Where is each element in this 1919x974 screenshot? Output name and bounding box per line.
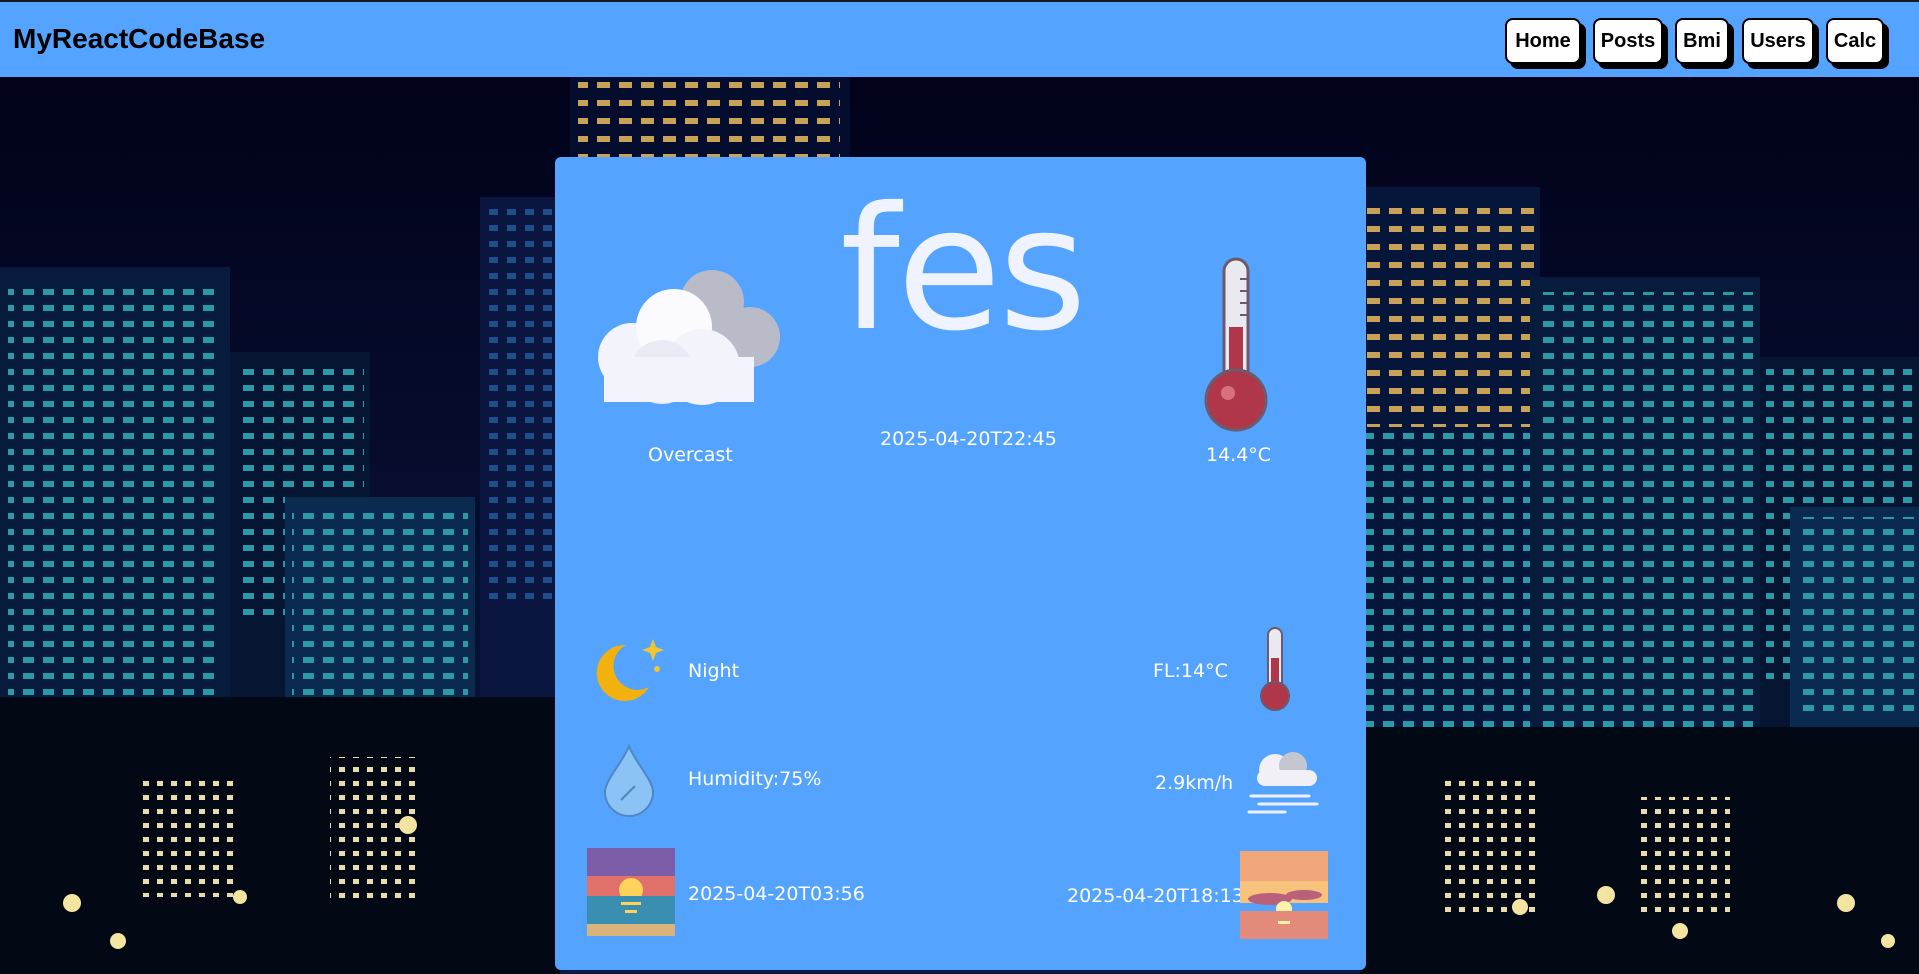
nav-posts-button[interactable]: Posts bbox=[1593, 18, 1663, 64]
wind-speed-label: 2.9km/h bbox=[1155, 772, 1234, 794]
nav-calc-button[interactable]: Calc bbox=[1826, 18, 1884, 64]
weather-card: Overcast fes 2025-04-20T22:45 14.4°C Nig… bbox=[555, 157, 1366, 970]
local-time: 2025-04-20T22:45 bbox=[880, 428, 1057, 450]
top-navbar: MyReactCodeBase Home Posts Bmi Users Cal… bbox=[0, 0, 1919, 77]
temperature-label: 14.4°C bbox=[1206, 444, 1272, 466]
wind-cloud-icon bbox=[1247, 752, 1319, 814]
sunrise-time: 2025-04-20T03:56 bbox=[688, 883, 865, 905]
humidity-label: Humidity:75% bbox=[688, 768, 822, 790]
sunrise-image bbox=[587, 848, 675, 936]
feels-like-label: FL:14°C bbox=[1153, 660, 1228, 682]
thermometer-icon bbox=[1204, 257, 1268, 432]
water-drop-icon bbox=[603, 743, 655, 817]
sunset-time: 2025-04-20T18:13 bbox=[1067, 885, 1244, 907]
brand-logo[interactable]: MyReactCodeBase bbox=[13, 23, 265, 55]
city-name: fes bbox=[840, 171, 1087, 369]
moon-icon bbox=[596, 639, 664, 701]
thermometer-small-icon bbox=[1260, 627, 1290, 711]
condition-label: Overcast bbox=[648, 444, 733, 466]
nav-bmi-button[interactable]: Bmi bbox=[1675, 18, 1729, 64]
cloud-icon bbox=[598, 270, 780, 405]
nav-users-button[interactable]: Users bbox=[1742, 18, 1814, 64]
nav-home-button[interactable]: Home bbox=[1505, 18, 1581, 64]
day-period-label: Night bbox=[688, 660, 740, 682]
sunset-image bbox=[1240, 851, 1328, 939]
